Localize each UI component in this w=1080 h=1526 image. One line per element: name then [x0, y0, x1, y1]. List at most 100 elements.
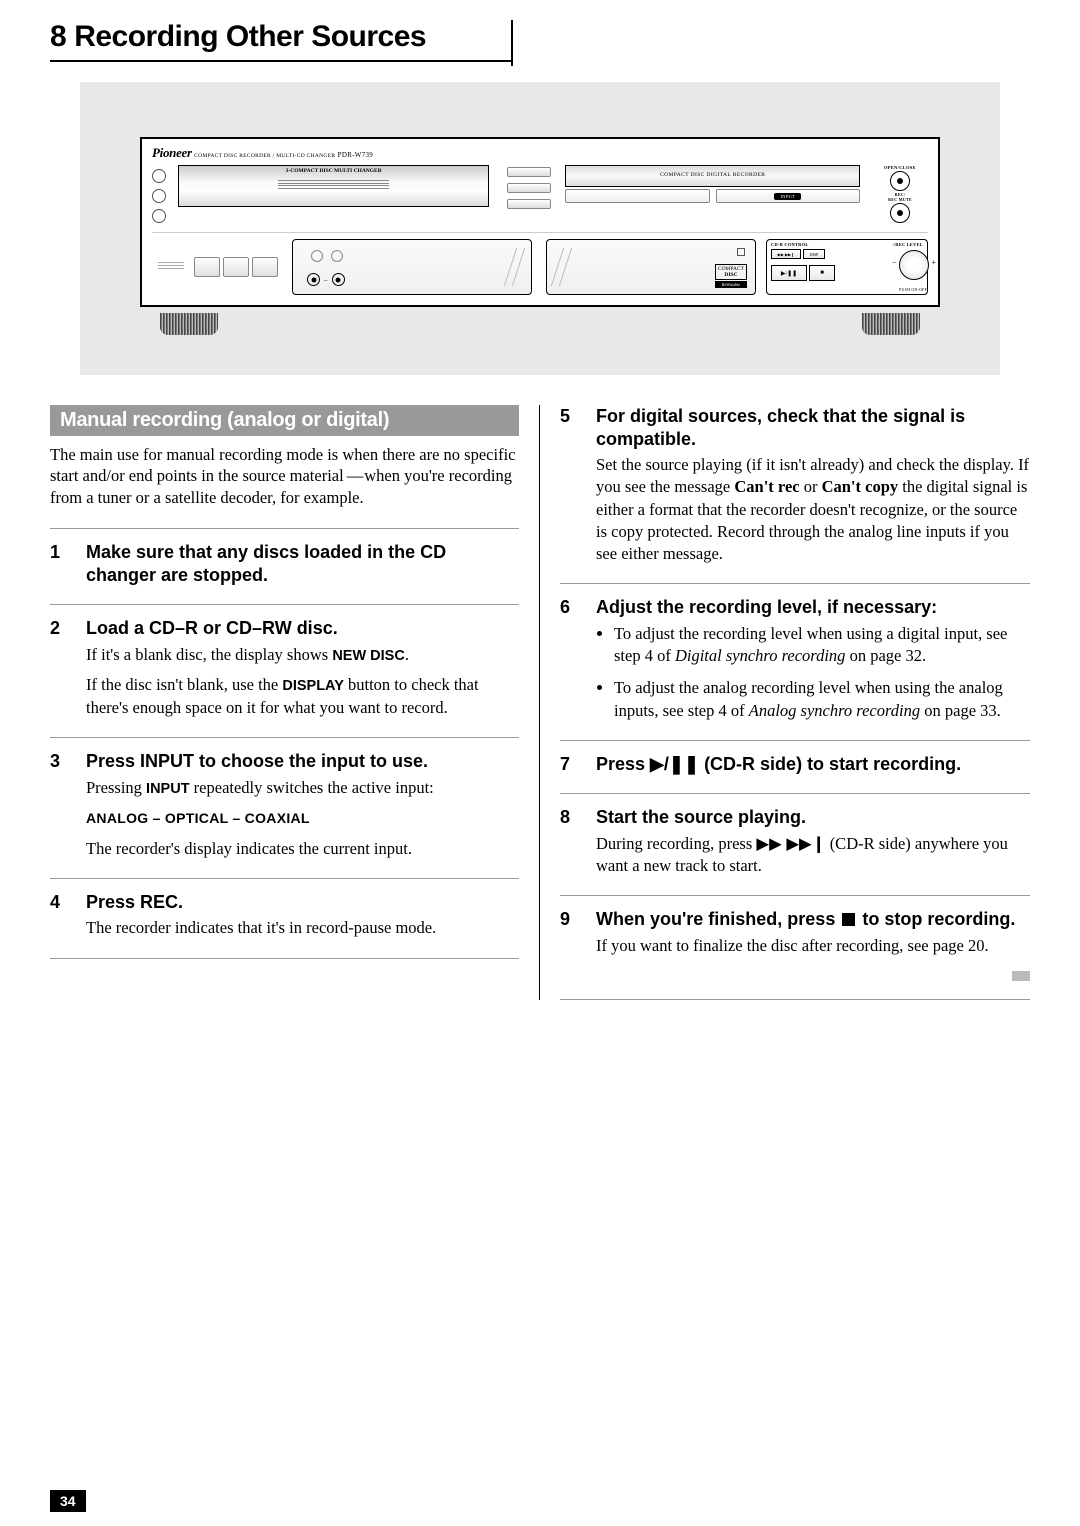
column-right: 5 For digital sources, check that the sig…	[540, 405, 1030, 1000]
recorder-label: COMPACT DISC DIGITAL RECORDER	[660, 172, 765, 178]
disc-3-button[interactable]	[152, 209, 166, 223]
cdr-control-panel: CD-R CONTROL ○REC LEVEL ▶▶ ▶▶❙ DISP ▶/❚❚…	[766, 239, 928, 295]
recorder-panel: COMPACTDISC ReWritable	[546, 239, 756, 295]
step-heading: 6Adjust the recording level, if necessar…	[560, 583, 1030, 619]
intro-paragraph: The main use for manual recording mode i…	[50, 444, 519, 508]
step-text: Pressing INPUT repeatedly switches the a…	[86, 777, 519, 800]
rec-level-label: ○REC LEVEL	[892, 242, 923, 247]
step-title: Start the source playing.	[596, 806, 806, 829]
disp-button[interactable]: DISP	[803, 249, 825, 259]
changer-tray: 3-COMPACT DISC MULTI CHANGER	[178, 165, 489, 207]
step-number: 1	[50, 541, 68, 586]
step-number: 4	[50, 891, 68, 914]
step-body: The recorder indicates that it's in reco…	[86, 917, 519, 939]
brand-subtitle: COMPACT DISC RECORDER / MULTI-CD CHANGER	[194, 153, 335, 159]
step-number: 9	[560, 908, 578, 931]
open-close-label: OPEN/CLOSE	[872, 165, 928, 170]
step-heading: 7 Press ▶/❚❚ (CD-R side) to start recordi…	[560, 740, 1030, 776]
disc-select-buttons	[152, 165, 166, 224]
step-heading: 2 Load a CD–R or CD–RW disc.	[50, 604, 519, 640]
cdr-control-label: CD-R CONTROL	[771, 242, 809, 247]
sq-button-3[interactable]	[252, 257, 278, 277]
step-title: Adjust the recording level, if necessary…	[596, 596, 937, 619]
step-title: Load a CD–R or CD–RW disc.	[86, 617, 338, 640]
rec-mute-button[interactable]	[890, 203, 910, 223]
step-heading: 5 For digital sources, check that the sig…	[560, 405, 1030, 450]
push-on-off-label: PUSH ON-OFF	[899, 287, 927, 292]
step-4: 4Press REC. The recorder indicates that i…	[50, 878, 519, 940]
step-title: Make sure that any discs loaded in the C…	[86, 541, 519, 586]
step-text: The recorder indicates that it's in reco…	[86, 917, 519, 939]
model-number: PDR-W739	[338, 151, 373, 159]
step-body: Pressing INPUT repeatedly switches the a…	[86, 777, 519, 860]
bullet-item: To adjust the recording level when using…	[614, 623, 1030, 668]
play-pause-button[interactable]: ▶/❚❚	[771, 265, 807, 281]
step-body: If it's a blank disc, the display shows …	[86, 644, 519, 719]
content-columns: Manual recording (analog or digital) The…	[50, 405, 1030, 1000]
step-body: During recording, press ▶▶ ▶▶❙ (CD-R sid…	[596, 833, 1030, 878]
subsection-heading: Manual recording (analog or digital)	[50, 405, 519, 436]
changer-label: 3-COMPACT DISC MULTI CHANGER	[286, 168, 382, 174]
section-rule	[560, 999, 1030, 1000]
page-number: 34	[50, 1490, 86, 1512]
center-button-1[interactable]	[507, 167, 551, 177]
step-number: 5	[560, 405, 578, 450]
center-button-2[interactable]	[507, 183, 551, 193]
recorder-tray: COMPACT DISC DIGITAL RECORDER	[565, 165, 860, 187]
step-heading: 8 Start the source playing.	[560, 793, 1030, 829]
ff-button[interactable]: ▶▶ ▶▶❙	[771, 249, 801, 259]
step-2: 2 Load a CD–R or CD–RW disc. If it's a bla…	[50, 604, 519, 719]
column-left: Manual recording (analog or digital) The…	[50, 405, 540, 1000]
headphone-jack[interactable]	[307, 273, 320, 286]
step-number: 3	[50, 750, 68, 773]
step-heading: 3 Press INPUT to choose the input to use.	[50, 737, 519, 773]
step-number: 2	[50, 617, 68, 640]
center-button-3[interactable]	[507, 199, 551, 209]
stop-button[interactable]: ■	[809, 265, 835, 281]
chapter-number: 8	[50, 20, 66, 53]
step-6: 6Adjust the recording level, if necessar…	[560, 583, 1030, 722]
cd-logo: COMPACTDISC ReWritable	[715, 264, 747, 288]
rec-level-knob[interactable]	[899, 250, 929, 280]
step-text: During recording, press ▶▶ ▶▶❙ (CD-R sid…	[596, 833, 1030, 878]
step-7: 7 Press ▶/❚❚ (CD-R side) to start recordi…	[560, 740, 1030, 776]
power-indicator	[158, 262, 184, 272]
step-8: 8 Start the source playing. During recordi…	[560, 793, 1030, 877]
step-title: Press ▶/❚❚ (CD-R side) to start recordin…	[596, 753, 961, 776]
step-text: If it's a blank disc, the display shows …	[86, 644, 519, 667]
step-title: For digital sources, check that the sign…	[596, 405, 1030, 450]
disc-1-button[interactable]	[152, 169, 166, 183]
recorder-section: COMPACT DISC DIGITAL RECORDER INPUT	[565, 165, 860, 224]
bottom-left-buttons	[194, 257, 278, 277]
step-3: 3 Press INPUT to choose the input to use.…	[50, 737, 519, 860]
step-heading: 4Press REC.	[50, 878, 519, 914]
step-bullets: To adjust the recording level when using…	[596, 623, 1030, 722]
step-text: If the disc isn't blank, use the DISPLAY…	[86, 674, 519, 719]
step-text: If you want to finalize the disc after r…	[596, 935, 1030, 957]
brand-logo: Pioneer	[152, 145, 192, 160]
step-1: 1 Make sure that any discs loaded in the …	[50, 528, 519, 586]
step-body: To adjust the recording level when using…	[596, 623, 1030, 722]
step-body: If you want to finalize the disc after r…	[596, 935, 1030, 981]
device-frame: Pioneer COMPACT DISC RECORDER / MULTI-CD…	[140, 137, 940, 307]
level-knob[interactable]	[332, 273, 345, 286]
changer-panel: –	[292, 239, 532, 295]
step-body: Set the source playing (if it isn't alre…	[596, 454, 1030, 565]
chapter-title: Recording Other Sources	[74, 20, 426, 53]
step-text: ANALOG – OPTICAL – COAXIAL	[86, 807, 519, 829]
bullet-item: To adjust the analog recording level whe…	[614, 677, 1030, 722]
center-buttons	[501, 165, 553, 224]
rec-mute-label: REC/ REC MUTE	[872, 192, 928, 202]
step-9: 9When you're finished, press to stop rec…	[560, 895, 1030, 981]
step-text: The recorder's display indicates the cur…	[86, 838, 519, 860]
sq-button-2[interactable]	[223, 257, 249, 277]
step-number: 8	[560, 806, 578, 829]
step-title: Press INPUT to choose the input to use.	[86, 750, 428, 773]
sq-button-1[interactable]	[194, 257, 220, 277]
foot-left	[160, 313, 218, 335]
step-number: 7	[560, 753, 578, 776]
disc-2-button[interactable]	[152, 189, 166, 203]
end-mark	[1012, 971, 1030, 981]
side-controls: OPEN/CLOSE REC/ REC MUTE	[872, 165, 928, 224]
open-close-button[interactable]	[890, 171, 910, 191]
